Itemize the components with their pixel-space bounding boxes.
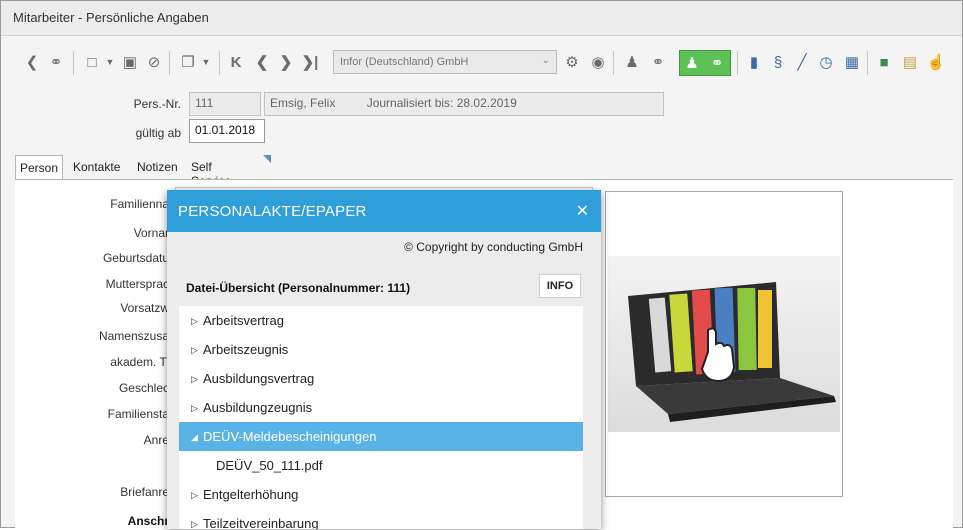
form-label-geschlecht: Geschlec xyxy=(118,381,169,395)
form-label-familienname: Familienna xyxy=(110,197,169,211)
file-label: DEÜV_50_111.pdf xyxy=(216,458,323,473)
tree-item-deuev-meldebescheinigungen[interactable]: ◢ DEÜV-Meldebescheinigungen xyxy=(179,422,583,451)
scroll-icon[interactable]: ▤ xyxy=(901,53,919,71)
dropdown-icon[interactable]: ▼ xyxy=(197,53,215,71)
pages-icon[interactable]: ❐ xyxy=(179,53,197,71)
collapse-arrow-icon: ◢ xyxy=(191,432,198,442)
employee-name: Emsig, Felix xyxy=(270,96,336,110)
tree-item-label: Arbeitsvertrag xyxy=(203,313,284,328)
journal-status: Journalisiert bis: 28.02.2019 xyxy=(366,96,517,110)
employee-info-field: Emsig, Felix Journalisiert bis: 28.02.20… xyxy=(264,92,664,116)
dialog-header: PERSONALAKTE/EPAPER ✕ xyxy=(167,190,601,232)
shield-icon[interactable]: ▮ xyxy=(745,53,763,71)
tree-item-label: Entgelterhöhung xyxy=(203,487,299,502)
dialog-body: © Copyright by conducting GmbH Datei-Übe… xyxy=(167,232,601,529)
first-icon[interactable]: K xyxy=(227,53,245,71)
window-icon[interactable]: ▦ xyxy=(843,53,861,71)
form-label-geburtsdatum: Geburtsdatu xyxy=(102,251,169,265)
tab-person[interactable]: Person xyxy=(15,155,63,180)
copyright-text: © Copyright by conducting GmbH xyxy=(404,240,583,254)
tree-item-arbeitszeugnis[interactable]: ▷ Arbeitszeugnis xyxy=(179,335,583,364)
toolbar: ❮ ⚭ □ ▼ ▣ ⊘ ❐ ▼ K ❮ ❯ ❯| Infor (Deutschl… xyxy=(1,45,962,81)
form-label-briefanrede: Briefanre xyxy=(120,485,169,499)
link-icon-2[interactable]: ⚭ xyxy=(649,53,667,71)
expand-arrow-icon: ▷ xyxy=(191,345,198,355)
laptop-illustration xyxy=(628,282,836,422)
tree-item-teilzeitvereinbarung[interactable]: ▷ Teilzeitvereinbarung xyxy=(179,509,583,529)
paragraph-icon[interactable]: § xyxy=(769,53,787,71)
document-icon[interactable]: □ xyxy=(83,53,101,71)
tree-item-label: DEÜV-Meldebescheinigungen xyxy=(203,429,377,444)
next-icon[interactable]: ❯ xyxy=(277,53,295,71)
employee-photo-frame[interactable] xyxy=(605,191,843,497)
dropdown-icon[interactable]: ▼ xyxy=(101,53,119,71)
globe-icon[interactable]: ◉ xyxy=(589,53,607,71)
expand-arrow-icon: ▷ xyxy=(191,490,198,500)
back-icon[interactable]: ❮ xyxy=(23,53,41,71)
chevron-down-icon: ⌄ xyxy=(541,55,550,66)
pers-nr-label: Pers.-Nr. xyxy=(133,97,181,111)
tree-item-label: Arbeitszeugnis xyxy=(203,342,289,357)
hand-icon[interactable]: ☝ xyxy=(927,53,946,71)
dialog-title: PERSONALAKTE/EPAPER xyxy=(178,203,367,220)
tree-item-arbeitsvertrag[interactable]: ▷ Arbeitsvertrag xyxy=(179,306,583,335)
tree-item-ausbildungzeugnis[interactable]: ▷ Ausbildungzeugnis xyxy=(179,393,583,422)
clock-icon[interactable]: ◷ xyxy=(817,53,835,71)
form-label-vorname: Vornar xyxy=(133,226,169,240)
form-label-anschrift: Anschr xyxy=(127,514,169,528)
tree-item-label: Ausbildungzeugnis xyxy=(203,400,313,415)
tree-file-deuev-pdf[interactable]: DEÜV_50_111.pdf xyxy=(179,451,583,480)
company-select-value: Infor (Deutschland) GmbH xyxy=(340,56,469,68)
window: Mitarbeiter - Persönliche Angaben ❮ ⚭ □ … xyxy=(0,0,963,530)
tab-notizen[interactable]: Notizen xyxy=(133,155,182,179)
toolbar-separator xyxy=(73,51,74,75)
pen-icon[interactable]: ╱ xyxy=(793,53,811,71)
tree-item-entgelterhoehung[interactable]: ▷ Entgelterhöhung xyxy=(179,480,583,509)
tree-item-label: Teilzeitvereinbarung xyxy=(203,516,319,529)
form-label-vorsatzwort: Vorsatzw xyxy=(120,301,169,315)
expand-arrow-icon: ▷ xyxy=(191,374,198,384)
window-title: Mitarbeiter - Persönliche Angaben xyxy=(13,10,209,25)
form-label-akadem-titel: akadem. Ti xyxy=(110,355,169,369)
toolbar-separator xyxy=(613,51,614,75)
tree-icon[interactable]: ■ xyxy=(875,53,893,71)
toolbar-separator xyxy=(169,51,170,75)
last-icon[interactable]: ❯| xyxy=(301,53,319,71)
green-link-icon-2[interactable]: ⚭ xyxy=(708,54,726,72)
form-label-muttersprache: Muttersprac xyxy=(105,277,169,291)
close-icon[interactable]: ✕ xyxy=(576,201,589,221)
title-bar: Mitarbeiter - Persönliche Angaben xyxy=(1,1,962,36)
tree-item-ausbildungsvertrag[interactable]: ▷ Ausbildungsvertrag xyxy=(179,364,583,393)
pers-nr-field[interactable]: 111 xyxy=(189,92,261,116)
file-tree: ▷ Arbeitsvertrag ▷ Arbeitszeugnis ▷ Ausbild… xyxy=(179,306,583,529)
expand-arrow-icon: ▷ xyxy=(191,316,198,326)
form-label-namenszusatz: Namenszusa xyxy=(98,329,169,343)
valid-from-field[interactable]: 01.01.2018 xyxy=(189,119,265,143)
form-label-familienstand: Familiensta xyxy=(107,407,169,421)
personalakte-dialog: PERSONALAKTE/EPAPER ✕ © Copyright by con… xyxy=(167,190,601,529)
prev-icon[interactable]: ❮ xyxy=(253,53,271,71)
toolbar-separator xyxy=(219,51,220,75)
people-icon[interactable]: ♟ xyxy=(623,53,641,71)
link-icon[interactable]: ⚭ xyxy=(47,53,65,71)
toolbar-separator xyxy=(867,51,868,75)
form-label-anrede: Anre xyxy=(143,433,169,447)
tree-item-label: Ausbildungsvertrag xyxy=(203,371,315,386)
save-icon[interactable]: ▣ xyxy=(121,53,139,71)
tab-kontakte[interactable]: Kontakte xyxy=(69,155,124,179)
tab-self-service[interactable]: Self Service xyxy=(187,155,235,188)
valid-from-label: gültig ab xyxy=(135,126,181,140)
info-button[interactable]: INFO xyxy=(539,274,581,298)
delete-icon[interactable]: ⊘ xyxy=(145,53,163,71)
company-select[interactable]: Infor (Deutschland) GmbH ⌄ xyxy=(333,50,557,74)
file-overview-heading: Datei-Übersicht (Personalnummer: 111) xyxy=(186,281,411,295)
green-action-group[interactable]: ♟ ⚭ xyxy=(679,50,731,76)
tab-corner-marker xyxy=(263,155,271,163)
laptop-folders-image xyxy=(608,256,840,432)
expand-arrow-icon: ▷ xyxy=(191,403,198,413)
green-link-icon[interactable]: ♟ xyxy=(683,54,701,72)
toolbar-separator xyxy=(737,51,738,75)
gears-icon[interactable]: ⚙ xyxy=(563,53,581,71)
